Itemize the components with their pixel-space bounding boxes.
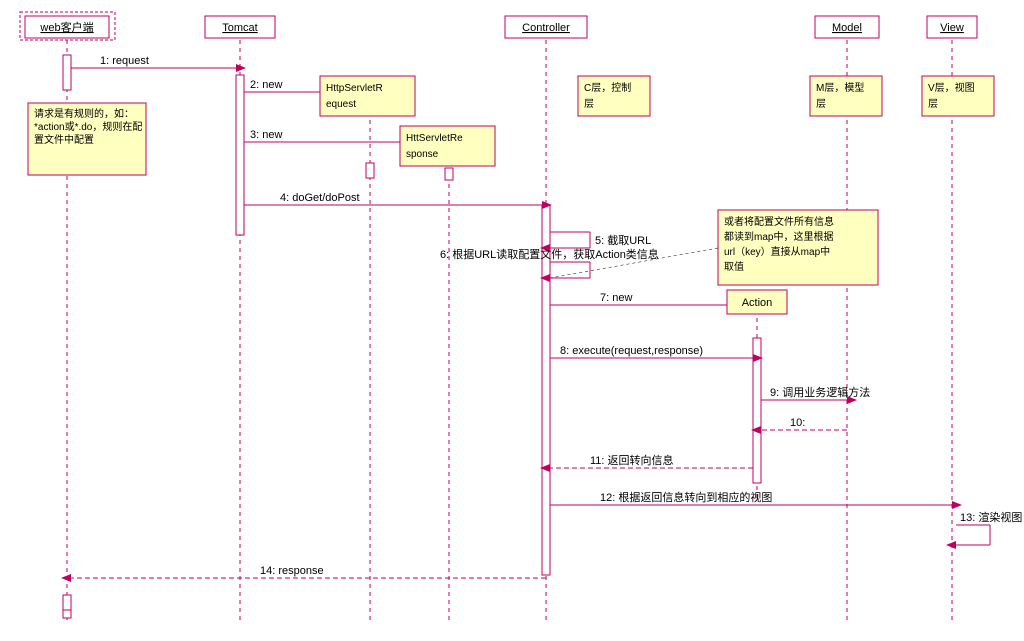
svg-text:sponse: sponse [406, 149, 439, 160]
svg-text:取值: 取值 [724, 260, 744, 273]
svg-text:2: new: 2: new [250, 79, 282, 91]
svg-text:请求是有规则的，如：: 请求是有规则的，如： [34, 107, 134, 120]
svg-text:C层，控制: C层，控制 [584, 81, 631, 94]
svg-text:Controller: Controller [522, 22, 570, 34]
svg-text:层: 层 [816, 98, 826, 110]
svg-text:V层，视图: V层，视图 [928, 81, 975, 94]
svg-text:11: 返回转向信息: 11: 返回转向信息 [590, 453, 674, 467]
svg-text:14: response: 14: response [260, 565, 324, 577]
svg-text:4: doGet/doPost: 4: doGet/doPost [280, 192, 360, 204]
svg-text:8: execute(request,response): 8: execute(request,response) [560, 345, 703, 357]
svg-text:1: request: 1: request [100, 55, 149, 67]
svg-text:层: 层 [928, 98, 938, 110]
svg-text:9: 调用业务逻辑方法: 9: 调用业务逻辑方法 [770, 385, 870, 399]
svg-text:6: 根据URL读取配置文件，获取Action类信息: 6: 根据URL读取配置文件，获取Action类信息 [440, 247, 659, 261]
svg-text:3: new: 3: new [250, 129, 282, 141]
svg-text:HttServletRe: HttServletRe [406, 133, 463, 144]
svg-text:*action或*.do，规则在配: *action或*.do，规则在配 [34, 120, 142, 133]
svg-text:M层，模型: M层，模型 [816, 81, 864, 94]
sequence-diagram: 1: request 2: new 3: new 4: doGet/doPost… [0, 0, 1024, 641]
svg-text:都读到map中，这里根据: 都读到map中，这里根据 [724, 230, 833, 243]
svg-text:web客户端: web客户端 [39, 20, 93, 34]
svg-text:层: 层 [584, 98, 594, 110]
svg-text:5: 截取URL: 5: 截取URL [595, 233, 651, 247]
svg-text:12: 根据返回信息转向到相应的视图: 12: 根据返回信息转向到相应的视图 [600, 490, 772, 504]
svg-text:Model: Model [832, 22, 862, 34]
svg-text:View: View [940, 22, 964, 34]
svg-text:Action: Action [742, 297, 773, 309]
svg-text:HttpServletR: HttpServletR [326, 83, 383, 94]
svg-text:或者将配置文件所有信息: 或者将配置文件所有信息 [724, 215, 834, 228]
svg-text:7: new: 7: new [600, 292, 632, 304]
svg-text:10:: 10: [790, 417, 805, 429]
diagram-container: 1: request 2: new 3: new 4: doGet/doPost… [0, 0, 1024, 641]
svg-text:置文件中配置: 置文件中配置 [34, 133, 94, 146]
svg-text:url（key）直接从map中: url（key）直接从map中 [724, 245, 830, 258]
svg-text:Tomcat: Tomcat [222, 22, 257, 34]
svg-text:13: 渲染视图: 13: 渲染视图 [960, 510, 1022, 524]
svg-text:equest: equest [326, 99, 356, 110]
